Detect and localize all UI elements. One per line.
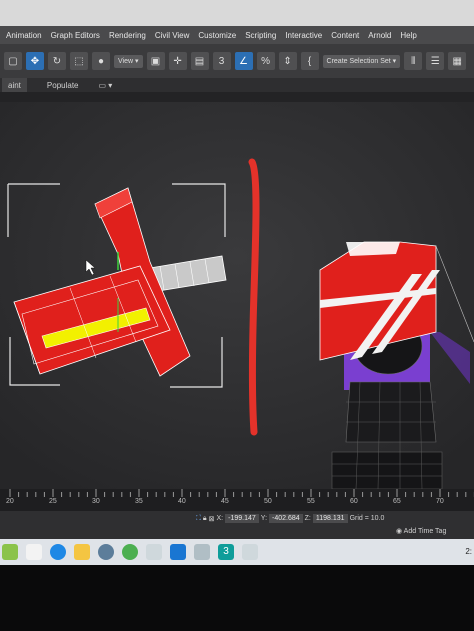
mirror-icon[interactable]: ⫴ [404, 52, 423, 70]
app-icon[interactable] [146, 544, 162, 560]
layer-icon[interactable]: ▦ [448, 52, 467, 70]
lock-icon[interactable]: 🔒︎ [203, 515, 207, 523]
add-time-tag-button[interactable]: ◉ Add Time Tag [396, 527, 446, 535]
menu-bar: Animation Graph Editors Rendering Civil … [0, 26, 474, 44]
y-coordinate-field[interactable]: -402.684 [269, 514, 303, 523]
coordinate-readout: ⛶ 🔒︎ ⊠ X: -199.147 Y: -402.684 Z: 1198.1… [196, 514, 384, 523]
rotate-icon[interactable]: ↻ [48, 52, 66, 70]
monitor-bezel-top [0, 0, 474, 26]
file-explorer-icon[interactable] [74, 544, 90, 560]
timeline-ticks [9, 489, 474, 497]
ribbon-options-icon[interactable]: ▭ ▾ [99, 81, 113, 90]
menu-content[interactable]: Content [331, 31, 359, 40]
app-icon[interactable] [242, 544, 258, 560]
tick-label: 45 [221, 498, 229, 505]
tick-label: 35 [135, 498, 143, 505]
clock[interactable]: 2: [465, 547, 472, 556]
tick-label: 70 [436, 498, 444, 505]
menu-civil-view[interactable]: Civil View [155, 31, 190, 40]
snap-icon[interactable]: 3 [212, 52, 231, 70]
menu-rendering[interactable]: Rendering [109, 31, 146, 40]
grid-label: Grid = 10.0 [349, 515, 385, 522]
curly-brace-icon[interactable]: { [300, 52, 319, 70]
scale-icon[interactable]: ⬚ [70, 52, 88, 70]
edge-icon[interactable] [50, 544, 66, 560]
transform-icon[interactable]: ✛ [168, 52, 187, 70]
absolute-mode-icon[interactable]: ⊠ [209, 515, 215, 523]
ribbon-tabs: aint Populate ▭ ▾ [0, 78, 474, 92]
tick-label: 50 [264, 498, 272, 505]
monitor-bezel-bottom [0, 565, 474, 631]
select-icon[interactable]: ▢ [4, 52, 22, 70]
tick-label: 20 [6, 498, 14, 505]
app-icon[interactable] [98, 544, 114, 560]
menu-graph-editors[interactable]: Graph Editors [51, 31, 100, 40]
viewport-header [0, 92, 474, 102]
tick-label: 30 [92, 498, 100, 505]
align-icon[interactable]: ☰ [426, 52, 445, 70]
perspective-viewport[interactable] [0, 102, 474, 489]
pivot-icon[interactable]: ▣ [146, 52, 165, 70]
3ds-max-icon[interactable]: 3 [218, 544, 234, 560]
menu-help[interactable]: Help [400, 31, 416, 40]
timeline[interactable]: 20 25 30 35 40 45 50 55 60 65 70 [0, 489, 474, 511]
app-icon[interactable] [122, 544, 138, 560]
app-icon[interactable] [2, 544, 18, 560]
view-dropdown[interactable]: View ▾ [114, 54, 143, 68]
tick-label: 25 [49, 498, 57, 505]
tick-label: 40 [178, 498, 186, 505]
menu-animation[interactable]: Animation [6, 31, 42, 40]
menu-customize[interactable]: Customize [198, 31, 236, 40]
main-toolbar: ▢ ✥ ↻ ⬚ ● View ▾ ▣ ✛ ▤ 3 ∠ % ⇕ { Create … [0, 44, 474, 78]
menu-interactive[interactable]: Interactive [285, 31, 322, 40]
move-icon[interactable]: ✥ [26, 52, 44, 70]
tick-label: 65 [393, 498, 401, 505]
windows-taskbar: 3 2: [0, 539, 474, 565]
app-icon[interactable] [194, 544, 210, 560]
task-view-icon[interactable] [26, 544, 42, 560]
tab-paint[interactable]: aint [2, 78, 27, 92]
tick-label: 60 [350, 498, 358, 505]
keyboard-shortcut-icon[interactable]: ▤ [190, 52, 209, 70]
x-coordinate-field[interactable]: -199.147 [225, 514, 259, 523]
x-label: X: [216, 515, 224, 522]
y-label: Y: [260, 515, 268, 522]
spinner-snap-icon[interactable]: ⇕ [278, 52, 297, 70]
status-bar: ⛶ 🔒︎ ⊠ X: -199.147 Y: -402.684 Z: 1198.1… [0, 511, 474, 539]
menu-scripting[interactable]: Scripting [245, 31, 276, 40]
tab-populate[interactable]: Populate [47, 81, 79, 90]
viewport-canvas [0, 102, 474, 489]
isolate-icon[interactable]: ⛶ [196, 515, 201, 523]
photos-icon[interactable] [170, 544, 186, 560]
z-label: Z: [304, 515, 311, 522]
tag-icon: ◉ [396, 528, 403, 535]
angle-snap-icon[interactable]: ∠ [234, 52, 253, 70]
render-teapot-icon[interactable]: ● [92, 52, 110, 70]
annotation-stroke [248, 158, 260, 436]
selection-set-dropdown[interactable]: Create Selection Set ▾ [322, 54, 401, 68]
percent-snap-icon[interactable]: % [256, 52, 275, 70]
tick-label: 55 [307, 498, 315, 505]
menu-arnold[interactable]: Arnold [368, 31, 391, 40]
z-coordinate-field[interactable]: 1198.131 [312, 514, 348, 523]
